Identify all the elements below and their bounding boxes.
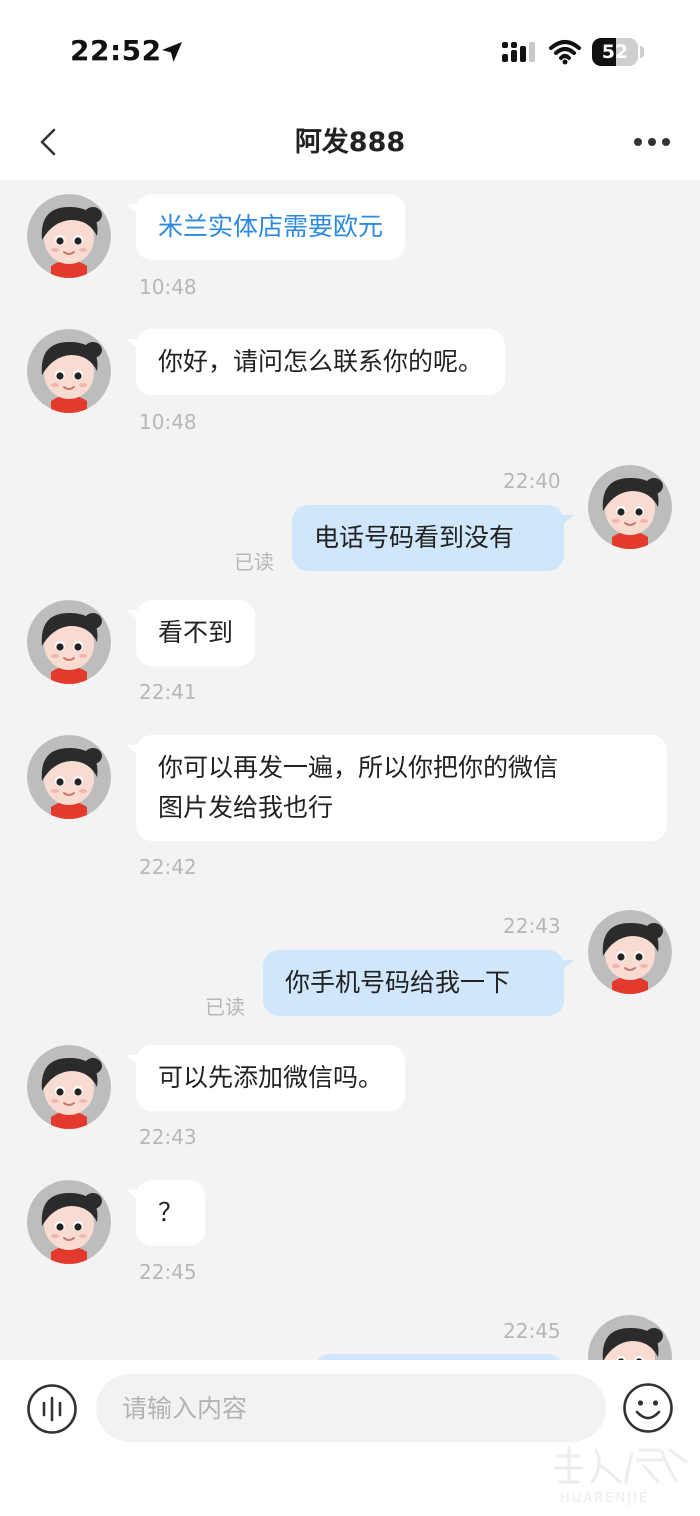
- message-timestamp: 22:42: [139, 855, 197, 879]
- contact-avatar[interactable]: [27, 1045, 111, 1129]
- contact-avatar[interactable]: [27, 1180, 111, 1264]
- avatar-icon: [588, 910, 672, 994]
- self-avatar[interactable]: [588, 1315, 672, 1360]
- message-text[interactable]: 可以先添加微信吗。: [158, 1063, 383, 1092]
- more-options-icon[interactable]: [628, 126, 676, 158]
- message-timestamp: 22:40: [503, 469, 561, 493]
- battery-percentage: 52: [601, 41, 629, 63]
- message-input[interactable]: [96, 1374, 606, 1442]
- contact-avatar[interactable]: [27, 329, 111, 413]
- battery-tip: [640, 46, 644, 58]
- read-receipt: 已读: [234, 550, 274, 574]
- read-receipt: 已读: [205, 995, 245, 1019]
- status-time: 22:52: [70, 34, 162, 67]
- avatar-icon: [27, 1045, 111, 1129]
- avatar-icon: [588, 465, 672, 549]
- contact-avatar[interactable]: [27, 194, 111, 278]
- avatar-icon: [27, 1180, 111, 1264]
- watermark-logo-icon: HUARENJIE: [554, 1446, 688, 1506]
- message-timestamp: 22:43: [503, 914, 561, 938]
- self-avatar[interactable]: [588, 465, 672, 549]
- message-text-line[interactable]: 图片发给我也行: [158, 788, 645, 828]
- message-timestamp: 10:48: [139, 275, 197, 299]
- message-text[interactable]: ？: [158, 1198, 183, 1227]
- message-text[interactable]: 看不到: [158, 618, 233, 647]
- svg-text:HUARENJIE: HUARENJIE: [560, 1491, 649, 1506]
- message-text[interactable]: 电话号码看到没有: [314, 523, 514, 552]
- contact-avatar[interactable]: [27, 735, 111, 819]
- incoming-message-bubble[interactable]: 米兰实体店需要欧元: [125, 194, 406, 260]
- self-avatar[interactable]: [588, 910, 672, 994]
- incoming-message-bubble[interactable]: 看不到: [125, 600, 256, 666]
- cellular-signal-icon: [502, 42, 535, 62]
- avatar-icon: [27, 194, 111, 278]
- message-timestamp: 10:48: [139, 410, 197, 434]
- voice-input-icon[interactable]: [26, 1383, 78, 1435]
- wifi-icon: [549, 40, 581, 65]
- chat-messages[interactable]: 米兰实体店需要欧元 10:48 你好，请问怎么联系你的呢。 10:48 22:4…: [0, 180, 700, 1360]
- outgoing-message-bubble[interactable]: 电话号码看到没有: [292, 505, 574, 571]
- avatar-icon: [27, 600, 111, 684]
- message-timestamp: 22:45: [503, 1319, 561, 1343]
- chat-title: 阿发888: [294, 127, 406, 158]
- message-timestamp: 22:45: [139, 1260, 197, 1284]
- avatar-icon: [27, 329, 111, 413]
- nav-bar: 阿发888: [0, 100, 700, 180]
- contact-avatar[interactable]: [27, 600, 111, 684]
- message-timestamp: 22:41: [139, 680, 197, 704]
- emoji-icon[interactable]: [622, 1382, 674, 1434]
- location-arrow-icon: [162, 42, 182, 62]
- message-text[interactable]: 你手机号码给我一下: [285, 968, 510, 997]
- incoming-message-bubble[interactable]: 可以先添加微信吗。: [125, 1045, 406, 1111]
- battery-indicator: 52: [592, 38, 638, 66]
- status-bar: 22:52 52: [0, 0, 700, 100]
- message-text[interactable]: 你好，请问怎么联系你的呢。: [158, 347, 483, 376]
- message-text[interactable]: 米兰实体店需要欧元: [158, 212, 383, 241]
- incoming-message-bubble[interactable]: 你好，请问怎么联系你的呢。: [125, 329, 506, 395]
- site-watermark-logo: HUARENJIE: [548, 1442, 698, 1508]
- message-text-line[interactable]: 你可以再发一遍，所以你把你的微信: [158, 748, 645, 788]
- incoming-message-bubble[interactable]: ？: [125, 1180, 206, 1246]
- message-timestamp: 22:43: [139, 1125, 197, 1149]
- outgoing-message-bubble[interactable]: 你手机号码给我一下: [263, 950, 574, 1016]
- avatar-icon: [588, 1315, 672, 1360]
- avatar-icon: [27, 735, 111, 819]
- incoming-message-bubble[interactable]: 你可以再发一遍，所以你把你的微信 图片发给我也行: [126, 735, 667, 841]
